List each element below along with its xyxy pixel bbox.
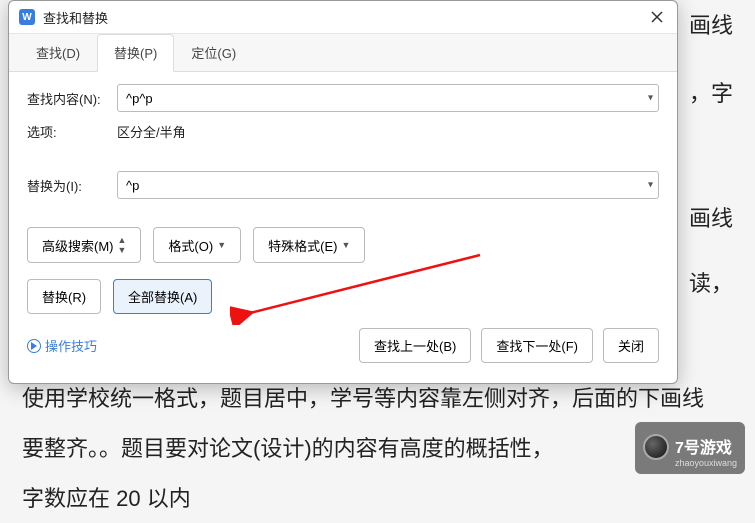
watermark: 7号游戏 zhaoyouxiwang <box>635 422 745 474</box>
replace-all-button[interactable]: 全部替换(A) <box>113 279 212 314</box>
caret-down-icon: ▼ <box>217 240 226 250</box>
format-button[interactable]: 格式(O) ▼ <box>153 227 241 263</box>
tab-find[interactable]: 查找(D) <box>19 34 97 71</box>
dialog-title: 查找和替换 <box>43 8 647 27</box>
close-button[interactable]: 关闭 <box>603 328 659 363</box>
watermark-title: 7号游戏 <box>675 434 737 458</box>
replace-input[interactable] <box>117 171 659 199</box>
button-label: 高级搜索(M) <box>42 236 114 255</box>
tab-goto[interactable]: 定位(G) <box>174 34 253 71</box>
button-label: 特殊格式(E) <box>268 236 337 255</box>
find-next-button[interactable]: 查找下一处(F) <box>481 328 593 363</box>
caret-down-icon: ▼ <box>341 240 350 250</box>
replace-button[interactable]: 替换(R) <box>27 279 101 314</box>
advanced-search-button[interactable]: 高级搜索(M) ▲▼ <box>27 227 141 263</box>
watermark-sub: zhaoyouxiwang <box>675 458 737 468</box>
titlebar: W 查找和替换 <box>9 1 677 34</box>
replace-label: 替换为(I): <box>27 176 117 195</box>
tips-label: 操作技巧 <box>45 336 97 355</box>
chevron-down-icon[interactable]: ▾ <box>648 93 653 104</box>
button-label: 关闭 <box>618 336 644 355</box>
close-icon[interactable] <box>647 7 667 27</box>
button-label: 替换(R) <box>42 287 86 306</box>
app-icon: W <box>19 9 35 25</box>
dialog-content: 查找内容(N): ▾ 选项: 区分全/半角 替换为(I): ▾ 高级搜索(M) … <box>9 72 677 383</box>
find-prev-button[interactable]: 查找上一处(B) <box>359 328 471 363</box>
watermark-logo-icon <box>643 434 669 460</box>
tips-link[interactable]: 操作技巧 <box>27 336 97 355</box>
chevron-down-icon[interactable]: ▾ <box>648 180 653 191</box>
find-input[interactable] <box>117 84 659 112</box>
special-format-button[interactable]: 特殊格式(E) ▼ <box>253 227 365 263</box>
options-label: 选项: <box>27 122 117 141</box>
play-icon <box>27 339 41 353</box>
button-label: 全部替换(A) <box>128 287 197 306</box>
button-label: 格式(O) <box>168 236 213 255</box>
find-label: 查找内容(N): <box>27 89 117 108</box>
bg-text: 字数应在 20 以内 <box>0 475 755 523</box>
updown-icon: ▲▼ <box>118 235 127 255</box>
options-value: 区分全/半角 <box>117 122 186 141</box>
button-label: 查找下一处(F) <box>496 336 578 355</box>
tabs: 查找(D) 替换(P) 定位(G) <box>9 34 677 72</box>
find-replace-dialog: W 查找和替换 查找(D) 替换(P) 定位(G) 查找内容(N): ▾ 选项:… <box>8 0 678 384</box>
button-label: 查找上一处(B) <box>374 336 456 355</box>
tab-replace[interactable]: 替换(P) <box>97 34 174 72</box>
